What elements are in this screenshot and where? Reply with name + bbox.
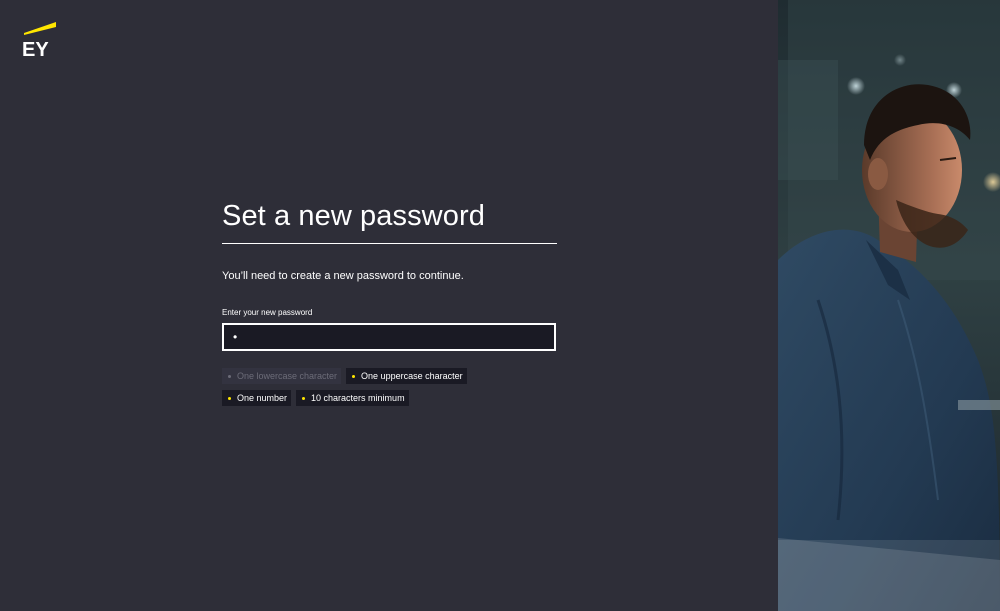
ey-logo: EY bbox=[22, 22, 58, 58]
requirement-bullet-icon bbox=[302, 396, 306, 400]
left-panel: EY Set a new password You’ll need to cre… bbox=[0, 0, 778, 611]
ey-logo-text: EY bbox=[22, 39, 49, 58]
password-form: Set a new password You’ll need to create… bbox=[222, 200, 557, 406]
requirement-bullet-icon bbox=[228, 374, 231, 378]
new-password-input[interactable] bbox=[224, 325, 554, 349]
requirement-lowercase: One lowercase character bbox=[222, 368, 342, 384]
requirement-label: One lowercase character bbox=[237, 371, 338, 381]
requirement-min-length: 10 characters minimum bbox=[296, 390, 409, 406]
requirement-uppercase: One uppercase character bbox=[346, 368, 467, 384]
hero-photo bbox=[778, 0, 1000, 611]
password-requirements: One lowercase character One uppercase ch… bbox=[222, 368, 522, 406]
requirement-bullet-icon bbox=[352, 374, 356, 378]
man-at-laptop-photo-icon bbox=[778, 0, 1000, 611]
requirement-label: 10 characters minimum bbox=[311, 393, 405, 403]
password-field-label: Enter your new password bbox=[222, 308, 313, 317]
requirement-label: One number bbox=[237, 393, 288, 403]
instructions-text: You’ll need to create a new password to … bbox=[222, 270, 464, 282]
requirement-bullet-icon bbox=[228, 396, 231, 400]
password-field-container bbox=[222, 323, 556, 351]
requirement-number: One number bbox=[222, 390, 292, 406]
requirement-label: One uppercase character bbox=[361, 371, 463, 381]
page-title: Set a new password bbox=[222, 200, 557, 244]
